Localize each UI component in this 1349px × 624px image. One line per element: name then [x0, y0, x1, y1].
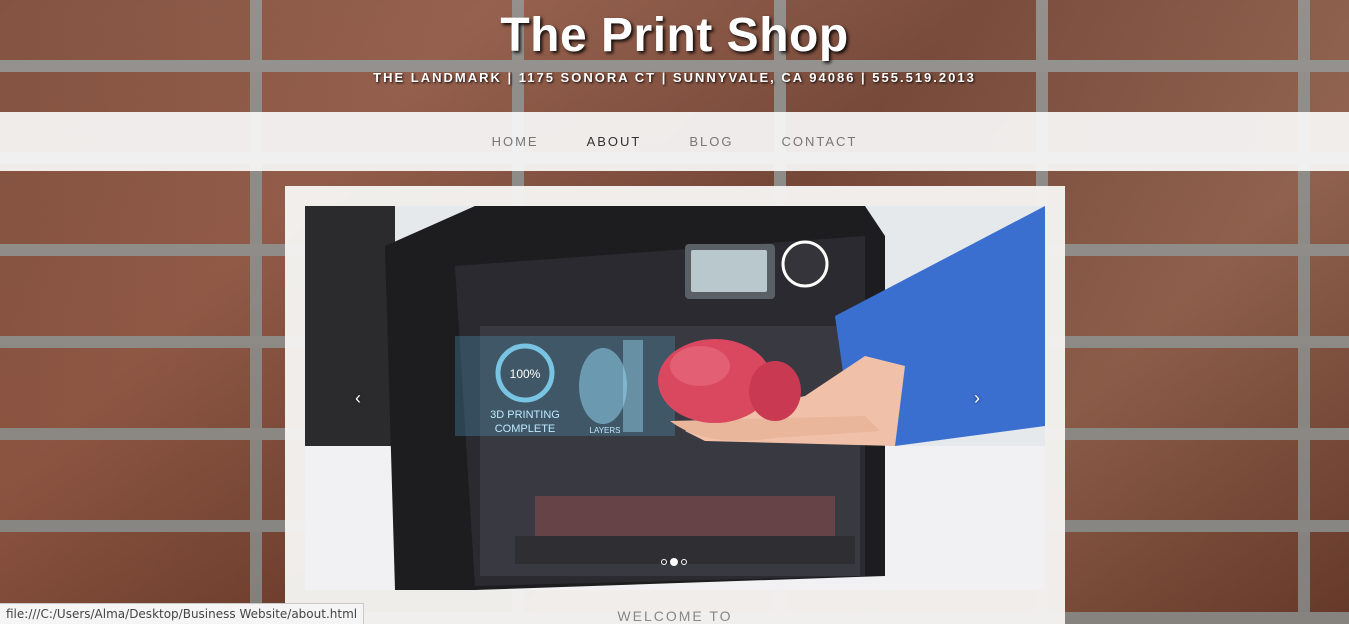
- carousel-next-icon[interactable]: ›: [974, 388, 980, 409]
- status-bar-url: file:///C:/Users/Alma/Desktop/Business W…: [0, 603, 365, 624]
- carousel-indicator-3[interactable]: [681, 559, 687, 565]
- overlay-percent: 100%: [510, 367, 541, 381]
- carousel-indicator-2[interactable]: [670, 558, 678, 566]
- carousel-prev-icon[interactable]: ‹: [355, 388, 361, 409]
- nav-item-about[interactable]: ABOUT: [563, 134, 666, 149]
- overlay-caption-line2: COMPLETE: [495, 423, 556, 435]
- overlay-caption-line1: 3D PRINTING: [490, 409, 560, 421]
- site-header: The Print Shop THE LANDMARK | 1175 SONOR…: [0, 0, 1349, 112]
- nav-item-home[interactable]: HOME: [468, 134, 563, 149]
- hologram-overlay: 100% 3D PRINTING COMPLETE LAYERS: [455, 336, 675, 436]
- image-carousel[interactable]: 100% 3D PRINTING COMPLETE LAYERS ‹ ›: [305, 206, 1045, 590]
- carousel-indicator-1[interactable]: [661, 559, 667, 565]
- welcome-heading: WELCOME TO: [617, 608, 733, 624]
- address-line: THE LANDMARK | 1175 SONORA CT | SUNNYVAL…: [373, 70, 976, 85]
- nav-item-contact[interactable]: CONTACT: [758, 134, 882, 149]
- slide-image-3d-printer: 100% 3D PRINTING COMPLETE LAYERS: [305, 206, 1045, 590]
- site-title: The Print Shop: [500, 9, 849, 62]
- main-navbar: HOME ABOUT BLOG CONTACT: [0, 112, 1349, 171]
- overlay-layers-label: LAYERS: [590, 426, 621, 435]
- content-box: 100% 3D PRINTING COMPLETE LAYERS ‹ › WEL…: [285, 186, 1065, 624]
- carousel-indicators: [661, 558, 687, 566]
- nav-item-blog[interactable]: BLOG: [665, 134, 757, 149]
